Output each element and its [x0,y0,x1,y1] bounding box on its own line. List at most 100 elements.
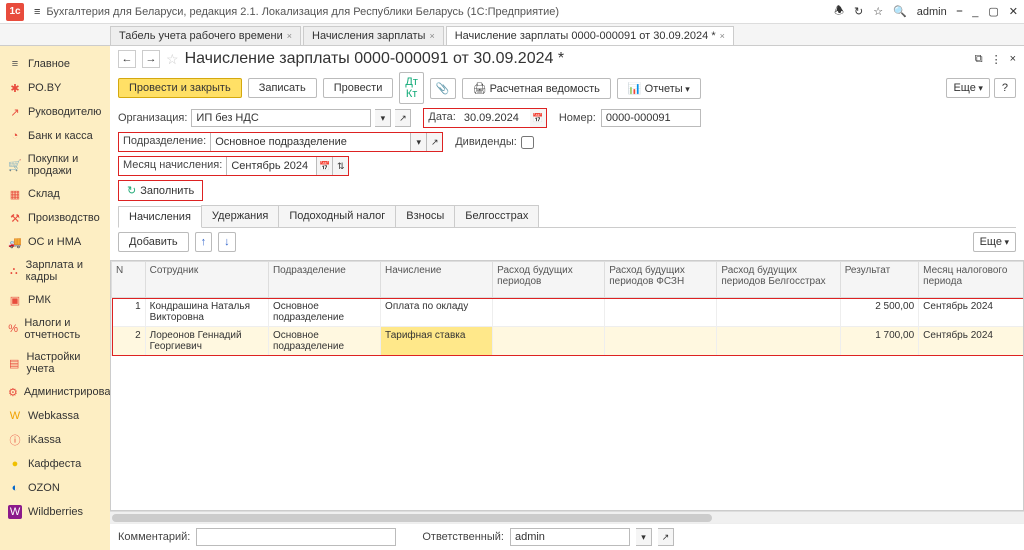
table-row[interactable]: 2 Лореонов Геннадий Георгиевич Основное … [112,327,1024,356]
comment-field[interactable] [196,528,396,546]
sidebar-item-roby[interactable]: ✱РО.BY [0,76,110,100]
print-button[interactable]: 🖨 Расчетная ведомость [462,78,611,99]
resp-label: Ответственный: [422,531,504,543]
hammer-icon: ⚒ [8,211,22,225]
close-icon[interactable]: × [429,31,434,41]
maximize-icon[interactable]: ▢ [988,5,998,18]
sidebar-item-ikassa[interactable]: ⓘiKassa [0,428,110,452]
sidebar-item-rmk[interactable]: ▣РМК [0,288,110,312]
refresh-icon: ↻ [127,184,136,197]
sidebar-item-main[interactable]: ≡Главное [0,52,110,76]
minimize-icon[interactable]: _ [972,6,978,18]
org-field[interactable] [191,109,371,127]
sidebar-item-wb[interactable]: WWildberries [0,500,110,524]
app-title: Бухгалтерия для Беларуси, редакция 2.1. … [46,6,834,18]
tab-payroll-list[interactable]: Начисления зарплаты× [303,26,444,45]
close-doc-icon[interactable]: × [1010,53,1016,66]
col-emp[interactable]: Сотрудник [145,262,268,298]
month-spinner-icon[interactable]: ⇅ [332,157,348,175]
history-icon[interactable]: ↻ [854,5,863,18]
search-icon[interactable]: 🔍 [893,5,907,18]
sidebar-item-stock[interactable]: ▦Склад [0,182,110,206]
sidebar-item-kaffesta[interactable]: ●Каффеста [0,452,110,476]
dividends-checkbox[interactable] [521,136,534,149]
tab-contributions[interactable]: Взносы [395,205,455,227]
sidebar-item-salary[interactable]: ⛬Зарплата и кадры [0,254,110,288]
reports-button[interactable]: 📊 Отчеты [617,78,701,99]
close-icon[interactable]: × [287,31,292,41]
more-button[interactable]: Еще [946,78,989,98]
forward-button[interactable]: → [142,50,160,68]
date-field[interactable] [460,109,530,127]
tab-payroll-doc[interactable]: Начисление зарплаты 0000-000091 от 30.09… [446,26,734,45]
tab-accruals[interactable]: Начисления [118,206,202,228]
dept-field[interactable] [210,133,410,151]
menu-icon[interactable]: ⎯ [957,5,963,18]
close-icon[interactable]: ✕ [1009,5,1018,18]
num-field[interactable] [601,109,701,127]
ozon-icon: ◐ [8,481,22,495]
favorite-icon[interactable]: ☆ [166,51,179,68]
col-n[interactable]: N [112,262,146,298]
resp-open-icon[interactable]: ↗ [658,528,674,546]
sidebar-item-os[interactable]: 🚚ОС и НМА [0,230,110,254]
menu-dots-icon[interactable]: ⋮ [991,53,1002,66]
move-down-button[interactable]: ↓ [218,232,236,252]
burger-icon[interactable]: ≡ [34,6,40,18]
sidebar-item-tax[interactable]: %Налоги и отчетность [0,312,110,346]
attach-button[interactable]: 📎 [430,78,456,99]
col-accr[interactable]: Начисление [381,262,493,298]
back-button[interactable]: ← [118,50,136,68]
dept-open-icon[interactable]: ↗ [426,133,442,151]
table-row[interactable]: 1 Кондрашина Наталья Викторовна Основное… [112,298,1024,327]
tab-bgs[interactable]: Белгосстрах [454,205,539,227]
list-icon: ▤ [8,356,20,370]
month-calendar-icon[interactable]: 📅 [316,157,332,175]
close-icon[interactable]: × [720,31,725,41]
sidebar-item-webkassa[interactable]: WWebkassa [0,404,110,428]
resp-dropdown-icon[interactable]: ▾ [636,528,652,546]
sidebar-item-admin[interactable]: ⚙Администрирование [0,380,110,404]
calendar-icon[interactable]: 📅 [530,109,546,127]
info-icon: ⓘ [8,433,22,447]
org-open-icon[interactable]: ↗ [395,109,411,127]
post-button[interactable]: Провести [323,78,394,98]
dt-kt-button[interactable]: ДтКт [399,72,424,104]
col-exp-fszn[interactable]: Расход будущих периодов ФСЗН [605,262,717,298]
month-field[interactable] [226,157,316,175]
col-tax-month[interactable]: Месяц налогового периода [919,262,1024,298]
inner-tabs: Начисления Удержания Подоходный налог Вз… [118,205,1016,228]
tab-income-tax[interactable]: Подоходный налог [278,205,396,227]
cart-icon: 🛒 [8,158,22,172]
col-exp[interactable]: Расход будущих периодов [493,262,605,298]
star-icon[interactable]: ☆ [873,5,883,18]
dept-dropdown-icon[interactable]: ▾ [410,133,426,151]
col-result[interactable]: Результат [840,262,918,298]
sidebar-item-manager[interactable]: ↗Руководителю [0,100,110,124]
sidebar-item-prod[interactable]: ⚒Производство [0,206,110,230]
h-scrollbar[interactable] [110,511,1024,523]
user-label[interactable]: admin [917,6,947,18]
add-row-button[interactable]: Добавить [118,232,189,252]
sidebar-item-settings[interactable]: ▤Настройки учета [0,346,110,380]
tab-deductions[interactable]: Удержания [201,205,279,227]
resp-field[interactable] [510,528,630,546]
fill-button[interactable]: ↻Заполнить [119,181,202,200]
sidebar-item-ozon[interactable]: ◐OZON [0,476,110,500]
tabbar: Табель учета рабочего времени× Начислени… [0,24,1024,46]
col-exp-bgs[interactable]: Расход будущих периодов Белгосстрах [717,262,840,298]
help-button[interactable]: ? [994,78,1016,98]
grid[interactable]: N Сотрудник Подразделение Начисление Рас… [110,260,1024,511]
col-dept[interactable]: Подразделение [268,262,380,298]
wb-icon: W [8,505,22,519]
move-up-button[interactable]: ↑ [195,232,213,252]
sidebar-item-trade[interactable]: 🛒Покупки и продажи [0,148,110,182]
org-dropdown-icon[interactable]: ▾ [375,109,391,127]
grid-more-button[interactable]: Еще [973,232,1016,252]
sidebar-item-bank[interactable]: ◔Банк и касса [0,124,110,148]
tab-timesheet[interactable]: Табель учета рабочего времени× [110,26,301,45]
bell-icon[interactable]: 🕭 [834,2,844,21]
post-close-button[interactable]: Провести и закрыть [118,78,242,98]
link-icon[interactable]: ⧉ [975,53,983,66]
save-button[interactable]: Записать [248,78,317,98]
